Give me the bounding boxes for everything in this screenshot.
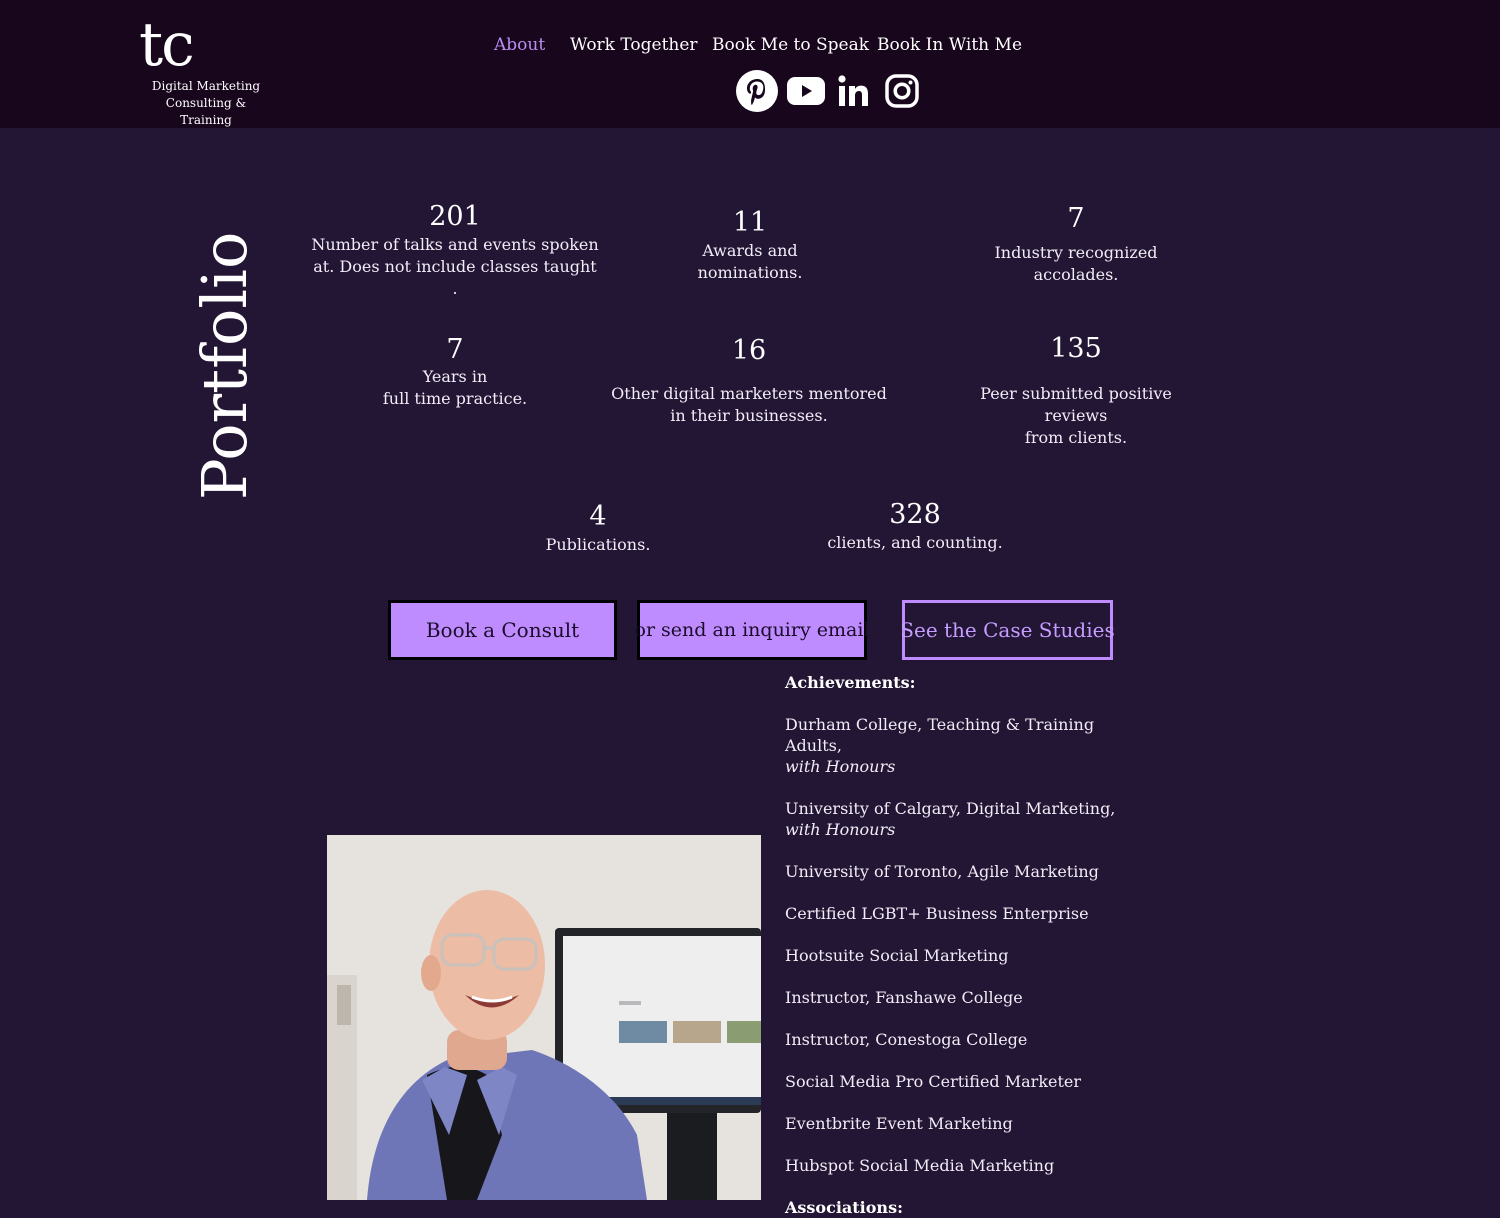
- stat-label: Number of talks and events spoken: [311, 235, 599, 254]
- achievement-note: with Honours: [785, 820, 896, 839]
- profile-photo: [327, 835, 761, 1200]
- stat-label: Other digital marketers mentored: [611, 384, 887, 403]
- stat-label: at. Does not include classes taught .: [313, 257, 597, 298]
- nav-item-work-together[interactable]: Work Together: [570, 34, 698, 56]
- stat-years: 7 Years in full time practice.: [355, 334, 555, 410]
- list-item: Hootsuite Social Marketing: [785, 946, 1009, 965]
- youtube-icon[interactable]: [785, 70, 827, 112]
- logo-tagline: Digital Marketing Consulting & Training: [140, 78, 272, 129]
- list-item: Social Media Pro Certified Marketer: [785, 1072, 1082, 1091]
- stat-label: accolades.: [1033, 265, 1119, 284]
- instagram-icon[interactable]: [881, 70, 923, 112]
- stat-label: in their businesses.: [670, 406, 828, 425]
- stat-mentored: 16 Other digital marketers mentored in t…: [609, 334, 889, 427]
- associations-heading: Associations:: [785, 1198, 903, 1217]
- stat-value: 328: [889, 499, 941, 530]
- nav-item-book-in-with-me[interactable]: Book In With Me: [877, 34, 1022, 56]
- stat-value: 4: [589, 501, 607, 532]
- stat-awards: 11 Awards and nominations.: [650, 206, 850, 284]
- achievements-list: Achievements: Durham College, Teaching &…: [785, 672, 1145, 1218]
- book-consult-button[interactable]: Book a Consult: [388, 600, 617, 660]
- stat-label: Years in: [422, 367, 488, 386]
- linkedin-icon[interactable]: [833, 70, 875, 112]
- stat-accolades: 7 Industry recognized accolades.: [966, 202, 1186, 286]
- stat-value: 201: [429, 201, 481, 232]
- nav-item-book-me-to-speak[interactable]: Book Me to Speak: [712, 34, 869, 56]
- list-item: University of Calgary, Digital Marketing…: [785, 798, 1145, 840]
- stat-label: nominations.: [697, 263, 803, 282]
- main-nav: About Work Together Book Me to Speak Boo…: [0, 34, 1500, 58]
- stat-reviews: 135 Peer submitted positive reviews from…: [966, 332, 1186, 449]
- stat-label: Awards and: [702, 241, 798, 260]
- list-item: Eventbrite Event Marketing: [785, 1114, 1013, 1133]
- achievement-text: University of Calgary, Digital Marketing…: [785, 799, 1116, 818]
- stat-value: 135: [1050, 333, 1102, 364]
- list-item: Certified LGBT+ Business Enterprise: [785, 904, 1089, 923]
- achievement-text: Durham College, Teaching & Training Adul…: [785, 715, 1095, 755]
- stat-value: 7: [1067, 203, 1085, 234]
- nav-item-about[interactable]: About: [494, 34, 545, 56]
- logo-tagline-line2: Consulting & Training: [165, 96, 247, 127]
- stat-clients: 328 clients, and counting.: [805, 498, 1025, 554]
- stat-value: 7: [446, 334, 464, 365]
- pinterest-icon[interactable]: [736, 70, 778, 112]
- stat-label: Peer submitted positive: [980, 384, 1172, 403]
- site-header: tc Digital Marketing Consulting & Traini…: [0, 0, 1500, 128]
- stat-value: 11: [732, 207, 768, 238]
- stat-label: from clients.: [1024, 428, 1128, 447]
- stat-label: clients, and counting.: [827, 533, 1003, 552]
- stat-label: Industry recognized: [994, 243, 1158, 262]
- list-item: University of Toronto, Agile Marketing: [785, 862, 1099, 881]
- stat-label: reviews: [1044, 406, 1108, 425]
- stat-label: full time practice.: [382, 389, 528, 408]
- stat-publications: 4 Publications.: [508, 500, 688, 556]
- stat-label: Publications.: [545, 535, 651, 554]
- logo-tagline-line1: Digital Marketing: [151, 79, 261, 93]
- list-item: Hubspot Social Media Marketing: [785, 1156, 1055, 1175]
- achievements-heading: Achievements:: [785, 673, 916, 692]
- inquiry-email-button[interactable]: or send an inquiry email: [635, 600, 870, 660]
- page-title: Portfolio: [188, 231, 261, 500]
- list-item: Durham College, Teaching & Training Adul…: [785, 714, 1145, 777]
- stat-talks: 201 Number of talks and events spoken at…: [310, 200, 600, 300]
- list-item: Instructor, Conestoga College: [785, 1030, 1028, 1049]
- achievement-note: with Honours: [785, 757, 896, 776]
- case-studies-button[interactable]: See the Case Studies: [900, 600, 1115, 660]
- list-item: Instructor, Fanshawe College: [785, 988, 1023, 1007]
- stat-value: 16: [731, 335, 767, 366]
